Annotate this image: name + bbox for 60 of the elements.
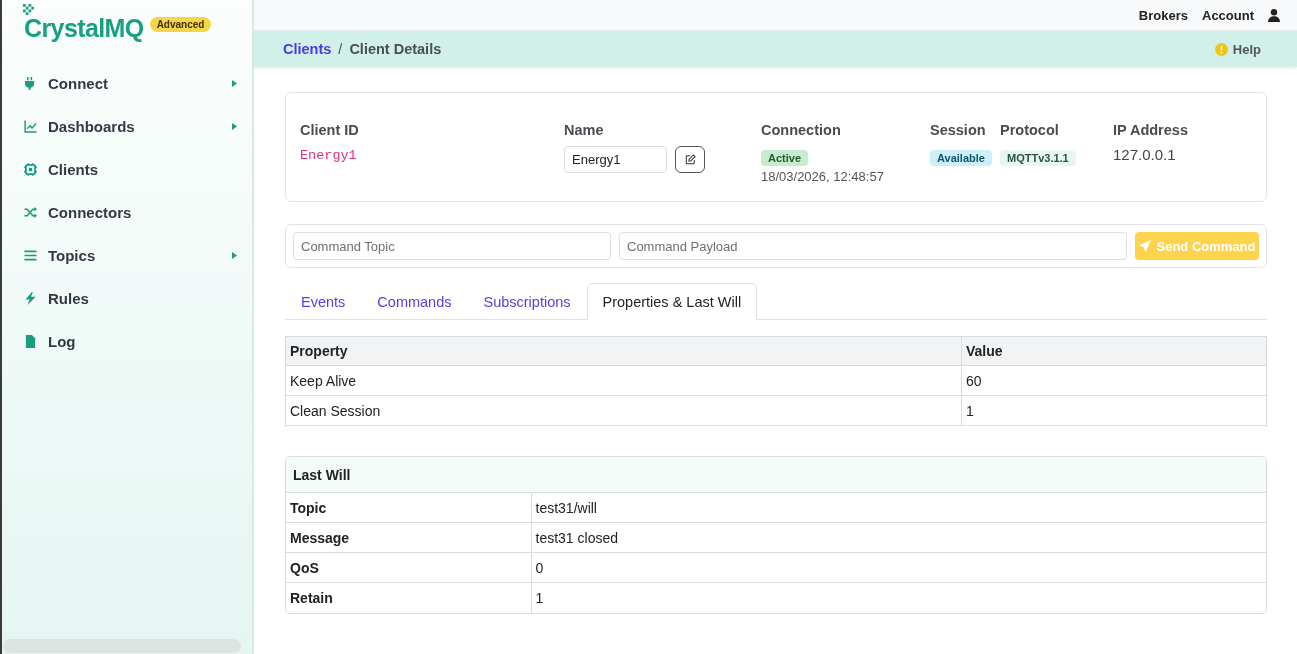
user-icon[interactable] [1268,8,1280,22]
sidebar-item[interactable]: Clients [2,148,252,191]
edition-badge: Advanced [149,17,212,32]
row-label: Message [286,522,531,553]
breadcrumb-link[interactable]: Clients [283,41,332,57]
lightning-icon [24,292,37,305]
edit-button[interactable] [675,146,705,173]
edit-icon [684,154,696,165]
list-icon [24,249,37,262]
top-bar-link[interactable]: Account [1202,7,1254,23]
exclamation-circle-icon [1214,42,1228,56]
shuffle-icon [24,206,37,219]
document-icon [24,335,37,348]
field-label: Connection [761,121,842,139]
table-cell: 60 [961,365,1267,396]
command-topic-field[interactable]: Command Topic [293,232,611,260]
name-field[interactable]: Energy1 [564,146,667,173]
tab[interactable]: Commands [361,283,468,320]
sidebar-item[interactable]: Connect [2,62,252,105]
chip-icon [24,163,37,176]
checker-logo-icon [23,4,34,15]
field-label: Protocol [1000,121,1060,139]
sidebar-item[interactable]: Log [2,320,252,363]
table-cell: test31/will [531,492,1266,523]
tag: MQTTv3.1.1 [1000,150,1076,166]
column-header: Value [961,336,1267,366]
command-payload-field[interactable]: Command Payload [619,232,1127,260]
paper-plane-icon [1138,240,1151,252]
breadcrumb-separator: / [338,41,343,57]
line-chart-icon [24,120,37,133]
table-cell: Clean Session [285,395,962,426]
field-label: Client ID [300,121,360,139]
sidebar-item[interactable]: Topics [2,234,252,277]
sidebar-item[interactable]: Connectors [2,191,252,234]
client-id-value: Energy1 [300,147,357,165]
field-label: Name [564,121,605,139]
table-cell: 1 [961,395,1267,426]
field-label: Session [930,121,987,139]
row-label: Topic [286,492,531,523]
tab[interactable]: Properties & Last Will [586,283,758,320]
ip-address-value: 127.0.0.1 [1113,146,1176,164]
tag: Available [930,150,992,166]
tab[interactable]: Events [285,283,362,320]
card-title: Last Will [293,466,351,483]
breadcrumb-current: Client Details [349,41,442,57]
sidebar-item[interactable]: Rules [2,277,252,320]
top-bar-link[interactable]: Brokers [1138,7,1188,23]
row-label: QoS [286,552,531,583]
help-link[interactable]: Help [1214,41,1261,57]
scrollbar-thumb[interactable] [3,639,241,653]
table-cell: 1 [531,582,1266,613]
field-label: IP Address [1113,121,1189,139]
row-label: Retain [286,582,531,613]
plug-icon [24,77,37,90]
status-badge: Active [761,150,809,166]
sidebar-item[interactable]: Dashboards [2,105,252,148]
table-cell: Keep Alive [285,365,962,396]
column-header: Property [285,336,962,366]
tab[interactable]: Subscriptions [467,283,587,320]
connected-since: 18/03/2026, 12:48:57 [761,169,884,185]
